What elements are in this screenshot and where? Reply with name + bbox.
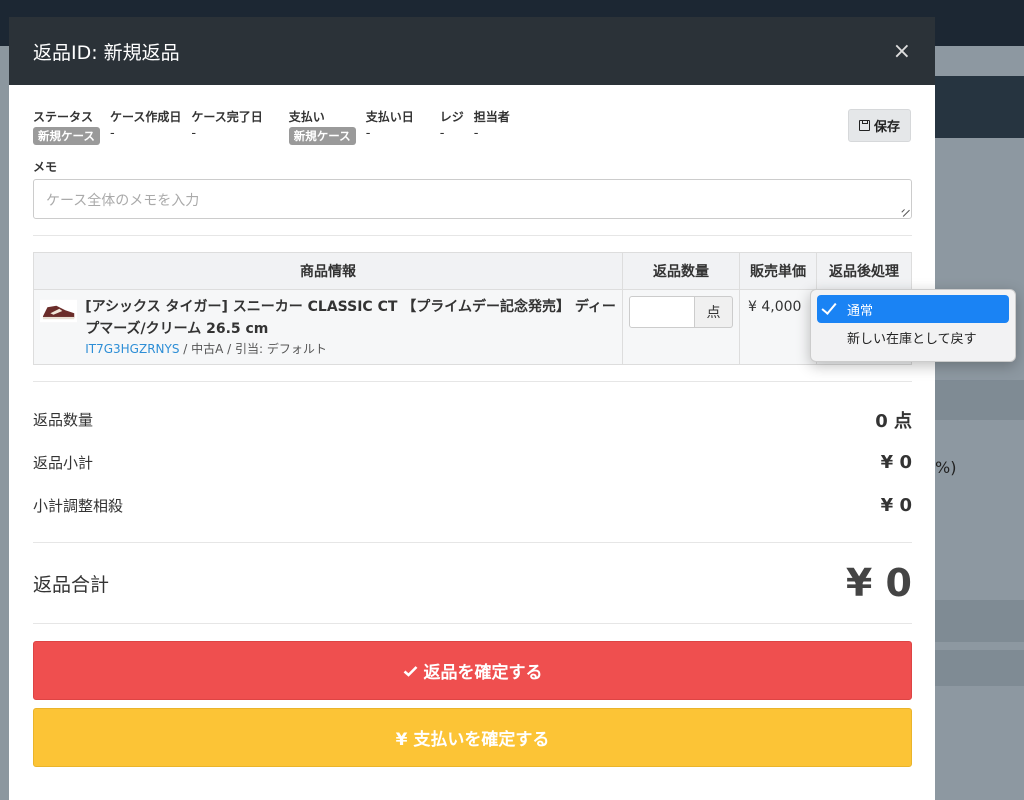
total-row: 返品合計 ¥ 0 [33, 543, 912, 623]
payment-label: 支払い [288, 110, 325, 124]
unit-price: ¥ 4,000 [748, 299, 802, 315]
header-unit-price: 販売単価 [739, 252, 817, 290]
status-badge: 新規ケース [33, 127, 100, 145]
completed-value: - [191, 126, 197, 141]
background-text: %) [935, 458, 957, 477]
product-meta: IT7G3HGZRNYS / 中古A / 引当: デフォルト [85, 340, 616, 358]
background-darkbar [935, 76, 1024, 138]
modal-body: ステータス 新規ケース ケース作成日 - ケース完了日 - 支払い 新規ケース … [9, 85, 935, 767]
total-value: ¥ 0 [845, 561, 912, 605]
dropdown-option-label: 新しい在庫として戻す [847, 331, 977, 347]
summary-adjust-label: 小計調整相殺 [33, 497, 124, 515]
header-return-qty: 返品数量 [622, 252, 740, 290]
dropdown-option-restock[interactable]: 新しい在庫として戻す [817, 323, 1009, 351]
close-icon[interactable]: × [893, 39, 911, 64]
product-code-link[interactable]: IT7G3HGZRNYS [85, 342, 179, 356]
table-row: [アシックス タイガー] スニーカー CLASSIC CT 【プライムデー記念発… [33, 289, 912, 365]
header-post-process: 返品後処理 [816, 252, 912, 290]
dropdown-option-normal[interactable]: 通常 [817, 295, 1009, 323]
background-panel [935, 46, 1024, 800]
memo-placeholder: ケース全体のメモを入力 [46, 193, 200, 209]
summary-adjust-value: ¥ 0 [880, 495, 912, 516]
product-condition: / 中古A / 引当: デフォルト [179, 342, 327, 356]
modal-header: 返品ID: 新規返品 × [9, 17, 935, 85]
summary-qty-value: 0 点 [875, 410, 912, 432]
status-field: ステータス 新規ケース [33, 109, 100, 145]
check-icon [403, 665, 417, 677]
post-process-dropdown[interactable]: 通常 新しい在庫として戻す [810, 289, 1016, 362]
summary-subtotal-row: 返品小計 ¥ 0 [33, 441, 912, 484]
divider [33, 623, 912, 624]
qty-unit-label: 点 [695, 296, 733, 328]
register-value: - [439, 126, 445, 141]
save-button[interactable]: 保存 [847, 109, 911, 142]
payment-date-label: 支払い日 [365, 110, 414, 124]
price-cell: ¥ 4,000 [739, 289, 817, 365]
confirm-return-button[interactable]: 返品を確定する [33, 641, 912, 700]
register-label: レジ [439, 110, 464, 124]
divider [33, 381, 912, 382]
dropdown-option-label: 通常 [847, 303, 874, 319]
product-thumbnail [40, 299, 78, 323]
summary-qty-row: 返品数量 0 点 [33, 398, 912, 441]
created-value: - [109, 126, 115, 141]
total-label: 返品合計 [33, 573, 110, 596]
memo-input[interactable]: ケース全体のメモを入力 [33, 179, 912, 219]
case-meta: ステータス 新規ケース ケース作成日 - ケース完了日 - 支払い 新規ケース … [33, 109, 911, 149]
completed-label: ケース完了日 [191, 110, 263, 124]
payment-field: 支払い 新規ケース [288, 109, 356, 145]
return-qty-input[interactable] [629, 296, 695, 328]
created-field: ケース作成日 - [110, 109, 181, 143]
checkmark-icon [821, 299, 837, 315]
confirm-return-label: 返品を確定する [423, 663, 543, 683]
summary: 返品数量 0 点 返品小計 ¥ 0 小計調整相殺 ¥ 0 [33, 398, 912, 527]
created-label: ケース作成日 [109, 110, 182, 124]
modal-title: 返品ID: 新規返品 [33, 41, 180, 64]
payment-date-field: 支払い日 - [366, 109, 414, 143]
summary-adjust-row: 小計調整相殺 ¥ 0 [33, 484, 912, 527]
completed-field: ケース完了日 - [191, 109, 262, 143]
staff-field: 担当者 - [474, 109, 510, 143]
register-field: レジ - [440, 109, 464, 143]
staff-value: - [473, 126, 479, 141]
summary-qty-label: 返品数量 [33, 411, 94, 429]
background-block [935, 380, 1024, 420]
payment-date-value: - [365, 126, 371, 141]
save-label: 保存 [873, 120, 900, 135]
product-cell: [アシックス タイガー] スニーカー CLASSIC CT 【プライムデー記念発… [33, 289, 623, 365]
return-items-table: 商品情報 返品数量 販売単価 返品後処理 [アシックス タイガー] スニーカー … [33, 252, 912, 365]
payment-badge: 新規ケース [288, 127, 356, 145]
confirm-payment-label: ¥ 支払いを確定する [395, 730, 550, 750]
save-icon [858, 120, 870, 131]
status-label: ステータス [33, 110, 94, 124]
resize-grip-icon[interactable] [897, 204, 910, 217]
divider [33, 235, 912, 236]
qty-cell: 点 [622, 289, 740, 365]
background-block [935, 650, 1024, 686]
product-name: [アシックス タイガー] スニーカー CLASSIC CT 【プライムデー記念発… [85, 299, 616, 337]
confirm-payment-button[interactable]: ¥ 支払いを確定する [33, 708, 912, 767]
memo-label: メモ [33, 160, 58, 174]
summary-subtotal-label: 返品小計 [33, 454, 94, 472]
summary-subtotal-value: ¥ 0 [880, 452, 912, 473]
header-product-info: 商品情報 [33, 252, 623, 290]
background-block [935, 600, 1024, 642]
staff-label: 担当者 [473, 110, 510, 124]
return-modal: 返品ID: 新規返品 × ステータス 新規ケース ケース作成日 - ケース完了日… [9, 17, 935, 800]
